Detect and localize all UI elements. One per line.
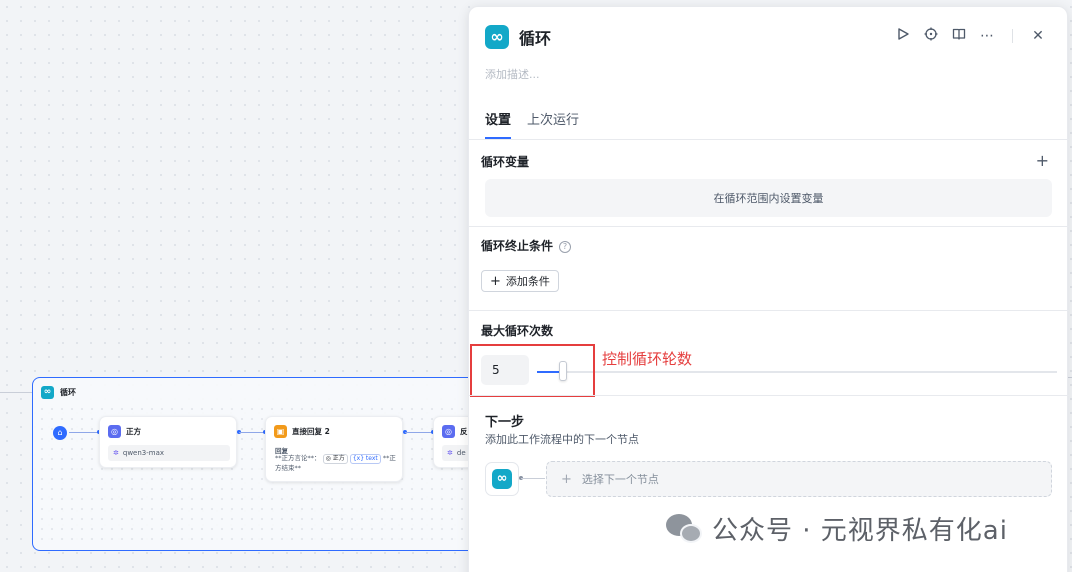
plus-icon: + (561, 471, 572, 487)
loop-settings-panel: ∞ 循环 ⋯ ✕ 设置 上次运行 循环变量 + 在循环范围内设置变量 循环终止条… (468, 6, 1069, 572)
llm-icon: ◎ (108, 425, 121, 438)
panel-header: ∞ 循环 (485, 25, 551, 49)
watermark: 公众号 · 元视界私有化ai (666, 510, 1008, 547)
watermark-text: 公众号 · 元视界私有化ai (712, 516, 1008, 546)
infinity-icon: ∞ (485, 25, 509, 49)
tabs-divider (469, 139, 1069, 140)
divider (1012, 29, 1013, 43)
max-loops-slider-track[interactable] (537, 371, 1057, 373)
docs-book-icon[interactable] (950, 27, 968, 45)
llm-icon: ◎ (442, 425, 455, 438)
stop-condition-heading: 循环终止条件? (481, 237, 572, 254)
model-icon: ✲ (113, 449, 119, 457)
wechat-logo-icon (666, 512, 704, 546)
node-title: 直接回复 2 (292, 427, 330, 436)
current-loop-node-icon: ∞ (485, 462, 519, 496)
stop-condition-label: 循环终止条件 (481, 239, 554, 253)
section-divider (469, 310, 1069, 311)
infinity-icon: ∞ (492, 469, 512, 489)
model-icon: ✲ (447, 449, 453, 457)
variable-tag: ◎ 正方 (322, 454, 348, 464)
next-step-title: 下一步 (485, 415, 525, 430)
add-condition-button[interactable]: + 添加条件 (481, 270, 559, 292)
node-title: 反 (460, 427, 468, 436)
flow-edge (405, 432, 433, 433)
model-name: qwen3-max (122, 449, 165, 457)
model-pill: ✲ qwen3-max (108, 445, 230, 461)
annotation-text: 控制循环轮数 (602, 350, 693, 368)
select-next-node-label: 选择下一个节点 (581, 473, 659, 486)
loop-node-header: ∞ 循环 (41, 386, 76, 399)
infinity-icon: ∞ (41, 386, 54, 399)
loop-node-container[interactable]: ∞ 循环 ⌂ ◎ 正方 ✲ qwen3-max ▣ 直接回复 2 回复 **正方… (32, 377, 502, 551)
highlight-annotation-box (470, 344, 595, 397)
panel-tabs: 设置 上次运行 (485, 109, 579, 139)
reply-content: **正方言论**： ◎ 正方 {x} text **正方结束** (275, 454, 397, 473)
close-icon[interactable]: ✕ (1029, 27, 1047, 45)
more-options-icon[interactable]: ⋯ (978, 27, 996, 45)
reply-icon: ▣ (274, 425, 287, 438)
flow-edge (239, 432, 265, 433)
help-question-icon[interactable]: ? (559, 240, 572, 253)
variable-tag: {x} text (349, 454, 381, 464)
direct-reply-node[interactable]: ▣ 直接回复 2 回复 **正方言论**： ◎ 正方 {x} text **正方… (265, 416, 403, 482)
add-variable-plus-icon[interactable]: + (1036, 153, 1049, 169)
llm-node-zhengfang[interactable]: ◎ 正方 ✲ qwen3-max (99, 416, 237, 468)
panel-title: 循环 (519, 29, 552, 48)
section-divider (469, 395, 1069, 396)
select-next-node-button[interactable]: + 选择下一个节点 (546, 461, 1052, 497)
max-loops-label: 最大循环次数 (481, 324, 554, 338)
tab-settings[interactable]: 设置 (485, 109, 512, 139)
description-input[interactable] (485, 68, 1045, 81)
plus-icon: + (490, 273, 501, 289)
add-condition-label: 添加条件 (505, 275, 550, 288)
reply-prefix: **正方言论**： (275, 454, 321, 462)
next-connector-line (521, 478, 545, 479)
header-actions: ⋯ ✕ (894, 27, 1047, 45)
next-step-subtitle: 添加此工作流程中的下一个节点 (485, 433, 639, 446)
locate-crosshair-icon[interactable] (922, 27, 940, 45)
run-play-icon[interactable] (894, 27, 912, 45)
section-divider (469, 226, 1069, 227)
node-title: 正方 (126, 427, 141, 436)
tag-var: 正方 (332, 455, 345, 462)
model-name: de (456, 449, 466, 457)
flow-edge (69, 432, 99, 433)
loop-start-home-icon[interactable]: ⌂ (53, 426, 67, 440)
loop-variables-empty: 在循环范围内设置变量 (485, 179, 1052, 217)
incoming-edge (0, 392, 32, 393)
tag-field: text (365, 455, 378, 462)
loop-variables-label: 循环变量 (481, 155, 530, 169)
tab-last-run[interactable]: 上次运行 (527, 109, 579, 139)
loop-node-title: 循环 (60, 388, 76, 397)
